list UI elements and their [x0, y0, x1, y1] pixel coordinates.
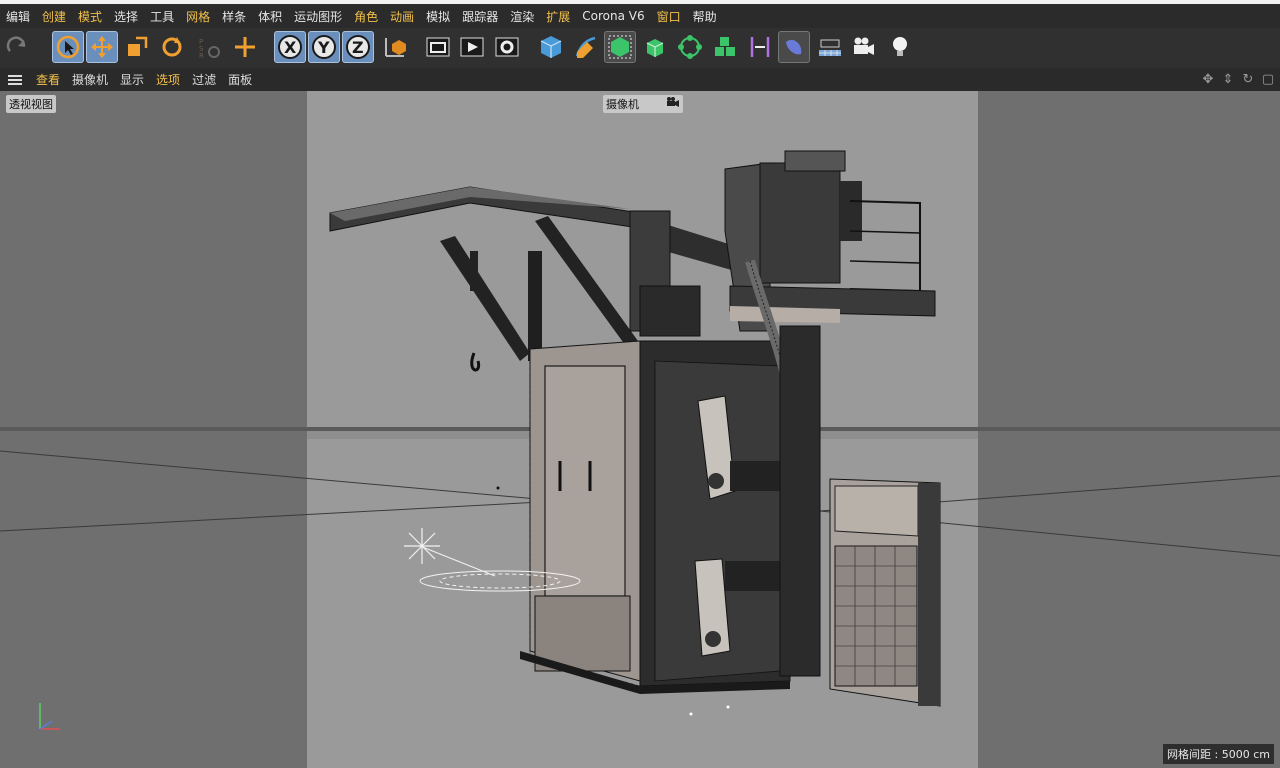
svg-text:Y: Y [317, 38, 330, 57]
psr-button[interactable]: PSR [193, 31, 225, 63]
viewport-name-label[interactable]: 透视视图 [6, 95, 56, 113]
subdivision-surface-icon [608, 35, 632, 59]
viewport-menu-panel[interactable]: 面板 [222, 71, 258, 88]
coordinate-system-icon [385, 38, 406, 57]
menu-help[interactable]: 帮助 [687, 8, 723, 25]
redo-icon [6, 36, 26, 52]
render-settings-icon [495, 37, 519, 57]
menu-mode[interactable]: 模式 [72, 8, 108, 25]
menu-window[interactable]: 窗口 [651, 8, 687, 25]
y-axis-lock-icon: Y [312, 35, 336, 59]
camera-small-icon [666, 96, 680, 112]
viewport-scene [0, 91, 1280, 768]
x-axis-lock-icon: X [278, 35, 302, 59]
move-button[interactable] [86, 31, 118, 63]
menu-spline[interactable]: 样条 [216, 8, 252, 25]
camera-icon [854, 37, 874, 55]
menu-extensions[interactable]: 扩展 [540, 8, 576, 25]
viewport-menu-options[interactable]: 选项 [150, 71, 186, 88]
viewport-menu-display[interactable]: 显示 [114, 71, 150, 88]
z-axis-lock-button[interactable]: Z [342, 31, 374, 63]
menu-mograph[interactable]: 运动图形 [288, 8, 348, 25]
cube-icon [540, 36, 562, 58]
rotate-button[interactable] [156, 31, 188, 63]
menu-tools[interactable]: 工具 [144, 8, 180, 25]
active-camera-text: 摄像机 [606, 98, 639, 111]
pan-view-icon[interactable]: ✥ [1200, 72, 1216, 88]
render-to-picture-viewer-icon [460, 37, 484, 57]
cube-button[interactable] [535, 31, 567, 63]
viewport-menu-filter[interactable]: 过滤 [186, 71, 222, 88]
mograph-icon [715, 37, 735, 56]
camera-button[interactable] [848, 31, 880, 63]
redo-button[interactable] [2, 31, 34, 63]
recent-tools-icon [235, 37, 255, 57]
floor-icon [819, 39, 841, 56]
perspective-viewport[interactable]: 透视视图 摄像机 网格间距 : 5000 cm [0, 91, 1280, 768]
scene-icon [786, 39, 802, 55]
pen-button[interactable] [570, 31, 602, 63]
scene-button[interactable] [778, 31, 810, 63]
scale-icon [128, 36, 148, 56]
svg-text:R: R [199, 52, 204, 60]
menu-mesh[interactable]: 网格 [180, 8, 216, 25]
menu-animate[interactable]: 动画 [384, 8, 420, 25]
cloner-icon [678, 35, 702, 59]
light-icon [893, 37, 907, 56]
menu-character[interactable]: 角色 [348, 8, 384, 25]
render-view-icon [426, 37, 450, 57]
mograph-button[interactable] [709, 31, 741, 63]
z-axis-lock-icon: Z [346, 35, 370, 59]
extrude-button[interactable] [639, 31, 671, 63]
menu-edit[interactable]: 编辑 [0, 8, 36, 25]
render-to-picture-viewer-button[interactable] [456, 31, 488, 63]
render-view-button[interactable] [422, 31, 454, 63]
viewport-nav-icons: ✥ ⇕ ↻ ▢ [1200, 72, 1276, 88]
live-select-icon [56, 35, 80, 59]
scale-button[interactable] [121, 31, 153, 63]
move-icon [91, 36, 113, 58]
viewport-menu-view[interactable]: 查看 [30, 71, 66, 88]
cloner-button[interactable] [674, 31, 706, 63]
svg-text:X: X [284, 38, 297, 57]
extrude-icon [646, 39, 664, 57]
x-axis-lock-button[interactable]: X [274, 31, 306, 63]
rotate-icon [162, 37, 182, 57]
floor-button[interactable] [814, 31, 846, 63]
deformer-icon [750, 37, 770, 57]
viewport-menubar: 查看 摄像机 显示 选项 过滤 面板 ✥ ⇕ ↻ ▢ [0, 68, 1280, 92]
recent-tools-button[interactable] [229, 31, 261, 63]
grid-spacing-readout: 网格间距 : 5000 cm [1163, 744, 1274, 764]
menu-create[interactable]: 创建 [36, 8, 72, 25]
active-camera-label[interactable]: 摄像机 [603, 95, 683, 113]
render-settings-button[interactable] [491, 31, 523, 63]
psr-icon: PSR [199, 38, 220, 60]
pen-icon [575, 36, 596, 58]
menu-select[interactable]: 选择 [108, 8, 144, 25]
light-button[interactable] [884, 31, 916, 63]
menu-volume[interactable]: 体积 [252, 8, 288, 25]
dolly-view-icon[interactable]: ⇕ [1220, 72, 1236, 88]
toggle-layout-icon[interactable]: ▢ [1260, 72, 1276, 88]
coordinate-system-button[interactable] [379, 31, 411, 63]
subdivision-surface-button[interactable] [604, 31, 636, 63]
y-axis-lock-button[interactable]: Y [308, 31, 340, 63]
menu-simulate[interactable]: 模拟 [420, 8, 456, 25]
svg-text:Z: Z [352, 38, 364, 57]
menu-tracker[interactable]: 跟踪器 [456, 8, 504, 25]
orbit-view-icon[interactable]: ↻ [1240, 72, 1256, 88]
live-select-button[interactable] [52, 31, 84, 63]
main-toolbar: PSR X Y Z [0, 28, 1280, 69]
deformer-button[interactable] [744, 31, 776, 63]
menu-render[interactable]: 渲染 [504, 8, 540, 25]
hamburger-menu-icon[interactable] [8, 74, 22, 85]
viewport-menu-cameras[interactable]: 摄像机 [66, 71, 114, 88]
menu-corona[interactable]: Corona V6 [576, 9, 650, 23]
main-menubar: 编辑 创建 模式 选择 工具 网格 样条 体积 运动图形 角色 动画 模拟 跟踪… [0, 0, 1280, 28]
